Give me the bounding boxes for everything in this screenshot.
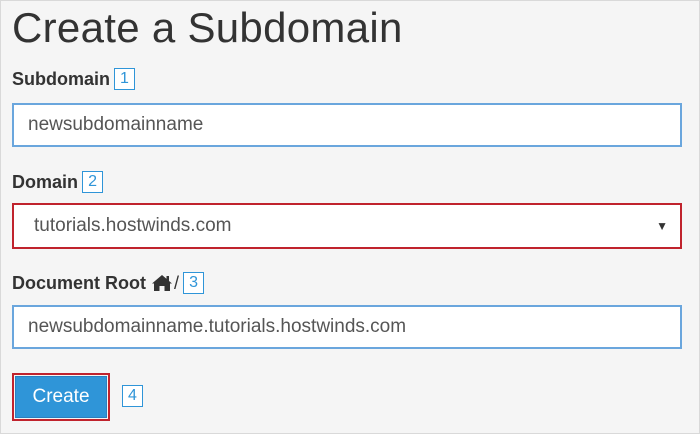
step-badge-2: 2 bbox=[82, 171, 104, 193]
document-root-label-text: Document Root bbox=[12, 272, 146, 293]
step-badge-3: 3 bbox=[183, 272, 205, 294]
domain-label-text: Domain bbox=[12, 171, 79, 192]
document-root-slash: / bbox=[174, 272, 180, 293]
step-badge-4: 4 bbox=[122, 385, 143, 407]
subdomain-label-text: Subdomain bbox=[12, 68, 110, 89]
domain-label: Domain 2 bbox=[12, 171, 104, 193]
home-icon bbox=[151, 274, 173, 292]
domain-select-value: tutorials.hostwinds.com bbox=[34, 215, 232, 236]
subdomain-label: Subdomain 1 bbox=[12, 68, 135, 90]
chevron-down-icon: ▼ bbox=[656, 219, 668, 233]
document-root-label: Document Root / 3 bbox=[12, 272, 205, 294]
create-button[interactable]: Create bbox=[15, 376, 107, 418]
domain-select[interactable]: tutorials.hostwinds.com ▼ bbox=[12, 203, 682, 249]
step-badge-1: 1 bbox=[114, 68, 135, 90]
document-root-input[interactable] bbox=[12, 305, 682, 349]
create-button-highlight: Create bbox=[12, 373, 110, 421]
page-title: Create a Subdomain bbox=[12, 4, 403, 51]
subdomain-input[interactable] bbox=[12, 103, 682, 147]
